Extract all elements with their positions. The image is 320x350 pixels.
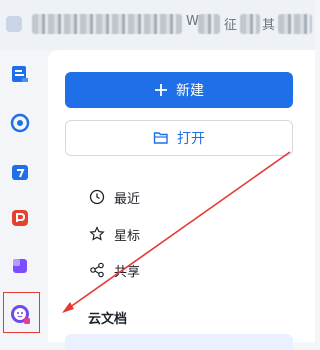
title-fragment-1: W xyxy=(186,14,199,29)
obscured-title xyxy=(198,14,220,34)
nav-item-recent[interactable]: 最近 xyxy=(88,187,140,207)
obscured-title xyxy=(32,14,182,34)
open-button[interactable]: 打开 xyxy=(65,120,293,156)
plus-icon xyxy=(155,84,167,96)
pdf-icon[interactable] xyxy=(9,207,31,229)
star-icon xyxy=(88,225,106,243)
docs-icon[interactable] xyxy=(9,63,31,85)
obscured-title xyxy=(240,14,260,34)
nav-item-shared[interactable]: 共享 xyxy=(88,260,140,280)
sidebar-panel: 新建 打开 最近 星标 共享 云文档 xyxy=(48,50,315,350)
nav-item-label: 星标 xyxy=(114,228,141,244)
clock-icon xyxy=(88,188,106,206)
highlight-box xyxy=(3,292,40,333)
title-fragment-3: 其 xyxy=(262,18,276,33)
chat-icon[interactable] xyxy=(9,112,31,134)
title-fragment-2: 征 xyxy=(224,18,238,33)
new-button-label: 新建 xyxy=(176,83,204,99)
nav-item-label: 最近 xyxy=(114,191,141,207)
obscured-title xyxy=(278,14,312,34)
app-logo-icon xyxy=(6,16,22,32)
section-title: 云文档 xyxy=(88,312,128,327)
share-icon xyxy=(88,261,106,279)
nav-item-label: 共享 xyxy=(114,264,141,280)
nav-item-starred[interactable]: 星标 xyxy=(88,224,140,244)
title-bar: W 征 其 xyxy=(0,0,315,50)
list-item-selected[interactable] xyxy=(65,334,293,350)
apps-icon[interactable] xyxy=(9,255,31,277)
calendar-icon[interactable] xyxy=(9,161,31,183)
open-button-label: 打开 xyxy=(177,131,205,147)
folder-icon xyxy=(153,132,168,144)
new-button[interactable]: 新建 xyxy=(65,72,293,108)
